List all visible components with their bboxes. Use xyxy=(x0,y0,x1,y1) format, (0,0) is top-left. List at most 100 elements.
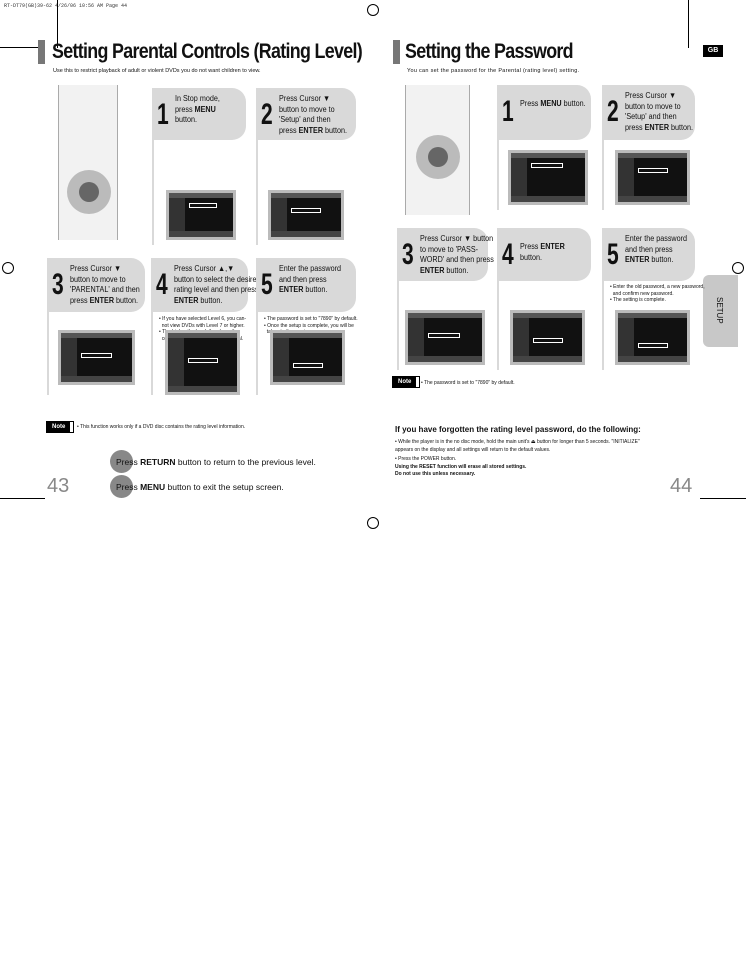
tv-screen-illustration xyxy=(268,190,344,240)
step-text: In Stop mode, press MENU button. xyxy=(175,94,220,126)
step-number: 2 xyxy=(261,98,273,131)
step-5: 5 Enter the password and then press ENTER b… xyxy=(256,258,356,312)
tip-return: Press RETURN button to return to the pre… xyxy=(116,457,316,467)
step-line: button to move to xyxy=(279,104,335,114)
step-line: to move to 'PASS- xyxy=(420,244,479,254)
step-number: 2 xyxy=(607,95,619,128)
tv-screen-illustration xyxy=(615,150,690,205)
step-4: 4 Press ENTER button. xyxy=(497,228,591,281)
forgot-line: • Press the POWER button. xyxy=(395,456,457,462)
tv-screen-illustration xyxy=(615,310,690,365)
step-2: 2 Press Cursor ▼ button to move to 'Setup' … xyxy=(602,85,695,140)
crop-mark xyxy=(0,498,45,499)
tv-screen-illustration xyxy=(508,150,588,205)
step-number: 4 xyxy=(502,238,514,271)
step-line: 'Setup' and then xyxy=(625,112,677,121)
step-line: press ENTER button. xyxy=(279,125,348,135)
step-5: 5 Enter the password and then press ENTER b… xyxy=(602,228,695,281)
step-text: Press Cursor ▼ button to move to 'PARENTAL… xyxy=(70,264,140,306)
title-bar xyxy=(393,40,400,64)
forgot-line: appears on the display and all settings … xyxy=(395,447,551,453)
page-title: Setting Parental Controls (Rating Level) xyxy=(52,40,363,63)
step-line: and then press xyxy=(279,274,327,284)
remote-illustration xyxy=(58,85,118,240)
step-line: button to move to xyxy=(70,274,126,284)
step-number: 3 xyxy=(52,268,64,301)
step-line: button to select the desired xyxy=(174,274,261,284)
tv-screen-illustration xyxy=(165,330,240,395)
registration-mark xyxy=(367,517,379,529)
step-number: 4 xyxy=(156,268,168,301)
step-text: Press Cursor ▼ button to move to 'Setup' a… xyxy=(279,94,347,136)
step-rail xyxy=(602,281,604,370)
tv-screen-illustration xyxy=(405,310,485,365)
step-line: Press Cursor ▼ xyxy=(70,264,122,273)
step-rail xyxy=(256,140,258,245)
registration-mark xyxy=(2,262,14,274)
print-slug: RT-DT79(GB)39-62 4/26/06 10:56 AM Page 4… xyxy=(4,3,128,9)
step-line: Press Cursor ▼ button xyxy=(420,234,494,243)
step-text: Press Cursor ▼ button to move to 'PASS- WO… xyxy=(420,234,494,276)
tv-screen-illustration xyxy=(510,310,585,365)
step-4: 4 Press Cursor ▲,▼ button to select the de… xyxy=(151,258,260,312)
step-number: 5 xyxy=(261,268,273,301)
step-line: Press ENTER xyxy=(520,242,565,251)
step-line: Press Cursor ▼ xyxy=(625,91,677,100)
step-line: ENTER button. xyxy=(279,285,328,294)
note-text: • This function works only if a DVD disc… xyxy=(77,424,246,430)
step-1: 1 Press MENU button. xyxy=(497,85,591,140)
step-line: In Stop mode, xyxy=(175,94,220,103)
step-line: Enter the password xyxy=(279,264,342,273)
step-rail xyxy=(497,140,499,210)
step-line: Press Cursor ▼ xyxy=(279,94,331,103)
step-line: press MENU xyxy=(175,104,216,114)
step-line: Press Cursor ▲,▼ xyxy=(174,264,235,273)
step-3: 3 Press Cursor ▼ button to move to 'PARENTA… xyxy=(47,258,145,312)
step-rail xyxy=(151,312,153,395)
warning: Using the RESET function will erase all … xyxy=(395,464,527,470)
tv-screen-illustration xyxy=(58,330,135,385)
step-line: 'Setup' and then xyxy=(279,115,331,124)
tip-menu: Press MENU button to exit the setup scre… xyxy=(116,482,284,492)
forgot-line: • While the player is in the no disc mod… xyxy=(395,439,640,445)
forgot-heading: If you have forgotten the rating level p… xyxy=(395,425,641,434)
step-line: ENTER button. xyxy=(420,265,469,275)
step-rail xyxy=(397,281,399,370)
step-line: button to move to xyxy=(625,101,681,111)
section-tab-label: SETUP xyxy=(715,297,724,324)
step-rail xyxy=(497,281,499,370)
step-bullet: • The setting is complete. xyxy=(610,297,666,303)
step-number: 1 xyxy=(157,98,169,131)
warning: Do not use this unless necessary. xyxy=(395,471,476,477)
step-text: Enter the password and then press ENTER bu… xyxy=(625,234,687,266)
step-line: button. xyxy=(520,252,543,262)
page-number: 44 xyxy=(670,475,693,497)
page-number: 43 xyxy=(47,475,70,497)
registration-mark xyxy=(367,4,379,16)
step-text: Press MENU button. xyxy=(520,99,586,110)
crop-mark xyxy=(688,0,689,48)
step-2: 2 Press Cursor ▼ button to move to 'Setup' … xyxy=(256,88,356,140)
step-line: ENTER button. xyxy=(625,255,674,264)
step-number: 3 xyxy=(402,238,414,271)
step-number: 1 xyxy=(502,95,514,128)
step-line: ENTER button. xyxy=(174,295,223,305)
step-line: button. xyxy=(175,115,198,124)
step-rail xyxy=(47,312,49,395)
step-text: Press Cursor ▲,▼ button to select the des… xyxy=(174,264,260,306)
tv-screen-illustration xyxy=(270,330,345,385)
page-title: Setting the Password xyxy=(405,40,574,63)
step-number: 5 xyxy=(607,238,619,271)
title-bar xyxy=(38,40,45,64)
remote-illustration xyxy=(405,85,470,215)
step-text: Enter the password and then press ENTER bu… xyxy=(279,264,341,296)
section-tab: SETUP xyxy=(703,275,738,347)
step-rail xyxy=(256,312,258,395)
step-line: Press MENU button. xyxy=(520,99,586,108)
page-subtitle: Use this to restrict playback of adult o… xyxy=(53,68,261,74)
crop-mark xyxy=(700,498,746,499)
tv-screen-illustration xyxy=(166,190,236,240)
language-badge: GB xyxy=(703,45,723,57)
step-line: 'PARENTAL' and then xyxy=(70,285,140,294)
note-label: Note xyxy=(45,421,75,433)
